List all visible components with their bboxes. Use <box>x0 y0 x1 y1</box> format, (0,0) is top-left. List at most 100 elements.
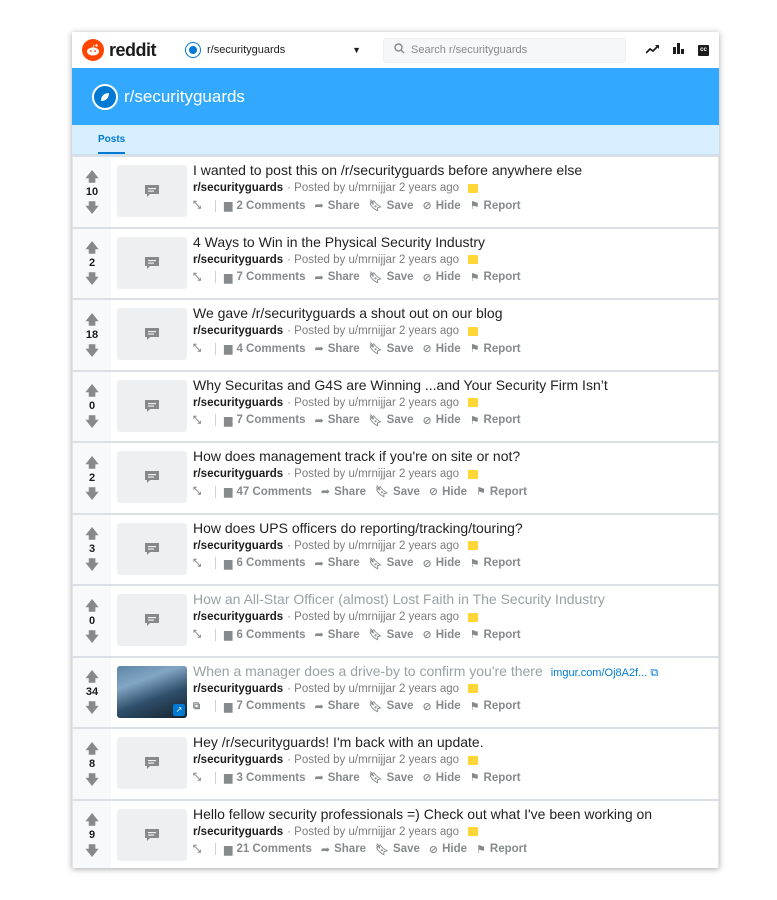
comments-button[interactable]: ▆ 6 Comments <box>224 557 306 570</box>
report-button[interactable]: ⚑ Report <box>476 485 527 499</box>
upvote-icon[interactable]: 🡅 <box>85 170 98 183</box>
search-input[interactable]: Search r/securityguards <box>383 37 627 63</box>
expand-icon[interactable]: ⤡ <box>193 415 209 426</box>
post-card[interactable]: 🡅 0 🡇 How an All-Star Officer (almost) L… <box>72 586 719 656</box>
post-subreddit-link[interactable]: r/securityguards <box>193 752 283 768</box>
comments-button[interactable]: ▆ 7 Comments <box>224 271 306 284</box>
report-button[interactable]: ⚑ Report <box>470 700 521 713</box>
save-button[interactable]: 🔖︎ Save <box>369 342 414 356</box>
hide-button[interactable]: ⊘ Hide <box>423 771 461 785</box>
downvote-icon[interactable]: 🡇 <box>85 201 98 214</box>
share-button[interactable]: ➦ Share <box>315 771 360 785</box>
downvote-icon[interactable]: 🡇 <box>85 701 98 714</box>
expand-icon[interactable]: ⤡ <box>193 844 209 855</box>
post-subreddit-link[interactable]: r/securityguards <box>193 395 283 411</box>
save-button[interactable]: 🔖︎ Save <box>375 485 420 499</box>
post-card[interactable]: 🡅 8 🡇 Hey /r/securityguards! I'm back wi… <box>72 729 719 799</box>
report-button[interactable]: ⚑ Report <box>470 628 521 642</box>
save-button[interactable]: 🔖︎ Save <box>369 557 414 570</box>
text-post-thumbnail[interactable] <box>117 165 187 217</box>
share-button[interactable]: ➦ Share <box>315 700 360 713</box>
post-subreddit-link[interactable]: r/securityguards <box>193 466 283 482</box>
save-button[interactable]: 🔖︎ Save <box>369 414 414 427</box>
comments-button[interactable]: ▆ 7 Comments <box>224 414 306 427</box>
share-button[interactable]: ➦ Share <box>315 342 360 356</box>
trending-icon[interactable] <box>645 43 659 57</box>
report-button[interactable]: ⚑ Report <box>470 771 521 785</box>
downvote-icon[interactable]: 🡇 <box>85 415 98 428</box>
expand-icon[interactable]: ⤡ <box>193 272 209 283</box>
comments-button[interactable]: ▆ 3 Comments <box>224 771 306 785</box>
share-button[interactable]: ➦ Share <box>315 199 360 213</box>
expand-icon[interactable]: ⤡ <box>193 486 209 497</box>
post-subreddit-link[interactable]: r/securityguards <box>193 323 283 339</box>
expand-icon[interactable]: ⤡ <box>193 558 209 569</box>
hide-button[interactable]: ⊘ Hide <box>429 485 467 499</box>
save-button[interactable]: 🔖︎ Save <box>369 771 414 785</box>
post-subreddit-link[interactable]: r/securityguards <box>193 538 283 554</box>
hide-button[interactable]: ⊘ Hide <box>423 199 461 213</box>
hide-button[interactable]: ⊘ Hide <box>423 414 461 427</box>
expand-icon[interactable]: ⤡ <box>193 343 209 354</box>
post-card[interactable]: 🡅 34 🡇 ↗ When a manager does a drive-by … <box>72 657 719 727</box>
post-domain-link[interactable]: imgur.com/Oj8A2f... ⧉ <box>551 667 659 680</box>
expand-icon[interactable]: ⤡ <box>193 629 209 640</box>
post-title[interactable]: Why Securitas and G4S are Winning ...and… <box>193 376 608 395</box>
downvote-icon[interactable]: 🡇 <box>85 773 98 786</box>
share-button[interactable]: ➦ Share <box>315 628 360 642</box>
downvote-icon[interactable]: 🡇 <box>85 487 98 500</box>
upvote-icon[interactable]: 🡅 <box>85 384 98 397</box>
stats-icon[interactable] <box>673 43 684 57</box>
post-subreddit-link[interactable]: r/securityguards <box>193 824 283 840</box>
comments-button[interactable]: ▆ 21 Comments <box>224 843 312 856</box>
report-button[interactable]: ⚑ Report <box>470 271 521 284</box>
upvote-icon[interactable]: 🡅 <box>85 670 98 683</box>
post-title[interactable]: We gave /r/securityguards a shout out on… <box>193 304 502 323</box>
comments-button[interactable]: ▆ 6 Comments <box>224 628 306 642</box>
report-button[interactable]: ⚑ Report <box>476 843 527 856</box>
post-subreddit-link[interactable]: r/securityguards <box>193 681 283 697</box>
text-post-thumbnail[interactable] <box>117 308 187 360</box>
post-card[interactable]: 🡅 2 🡇 How does management track if you'r… <box>72 443 719 513</box>
share-button[interactable]: ➦ Share <box>315 414 360 427</box>
closed-captions-icon[interactable]: cc <box>698 44 709 56</box>
save-button[interactable]: 🔖︎ Save <box>369 199 414 213</box>
reddit-logo[interactable]: reddit <box>82 39 157 61</box>
downvote-icon[interactable]: 🡇 <box>85 344 98 357</box>
post-title[interactable]: How does management track if you're on s… <box>193 447 520 466</box>
post-card[interactable]: 🡅 3 🡇 How does UPS officers do reporting… <box>72 514 719 584</box>
post-card[interactable]: 🡅 10 🡇 I wanted to post this on /r/secur… <box>72 157 719 227</box>
upvote-icon[interactable]: 🡅 <box>85 813 98 826</box>
downvote-icon[interactable]: 🡇 <box>85 630 98 643</box>
upvote-icon[interactable]: 🡅 <box>85 527 98 540</box>
post-title[interactable]: How does UPS officers do reporting/track… <box>193 519 523 538</box>
expand-icon[interactable]: ⤡ <box>193 772 209 783</box>
report-button[interactable]: ⚑ Report <box>470 342 521 356</box>
text-post-thumbnail[interactable] <box>117 379 187 432</box>
text-post-thumbnail[interactable] <box>117 451 187 503</box>
post-subreddit-link[interactable]: r/securityguards <box>193 609 283 625</box>
hide-button[interactable]: ⊘ Hide <box>423 557 461 570</box>
post-card[interactable]: 🡅 9 🡇 Hello fellow security professional… <box>72 800 719 868</box>
post-title[interactable]: How an All-Star Officer (almost) Lost Fa… <box>193 590 605 609</box>
upvote-icon[interactable]: 🡅 <box>85 742 98 755</box>
share-button[interactable]: ➦ Share <box>321 843 366 856</box>
post-subreddit-link[interactable]: r/securityguards <box>193 180 283 196</box>
upvote-icon[interactable]: 🡅 <box>85 456 98 469</box>
post-card[interactable]: 🡅 18 🡇 We gave /r/securityguards a shout… <box>72 300 719 370</box>
share-button[interactable]: ➦ Share <box>315 557 360 570</box>
post-title[interactable]: 4 Ways to Win in the Physical Security I… <box>193 233 485 252</box>
text-post-thumbnail[interactable] <box>117 236 187 289</box>
hide-button[interactable]: ⊘ Hide <box>423 271 461 284</box>
post-title[interactable]: Hello fellow security professionals =) C… <box>193 805 652 824</box>
report-button[interactable]: ⚑ Report <box>470 557 521 570</box>
save-button[interactable]: 🔖︎ Save <box>375 843 420 856</box>
downvote-icon[interactable]: 🡇 <box>85 272 98 285</box>
comments-button[interactable]: ▆ 7 Comments <box>224 700 306 713</box>
post-card[interactable]: 🡅 0 🡇 Why Securitas and G4S are Winning … <box>72 371 719 441</box>
report-button[interactable]: ⚑ Report <box>470 414 521 427</box>
post-subreddit-link[interactable]: r/securityguards <box>193 252 283 268</box>
subreddit-dropdown[interactable]: r/securityguards ▼ <box>185 42 361 58</box>
post-title[interactable]: When a manager does a drive-by to confir… <box>193 662 543 681</box>
save-button[interactable]: 🔖︎ Save <box>369 271 414 284</box>
